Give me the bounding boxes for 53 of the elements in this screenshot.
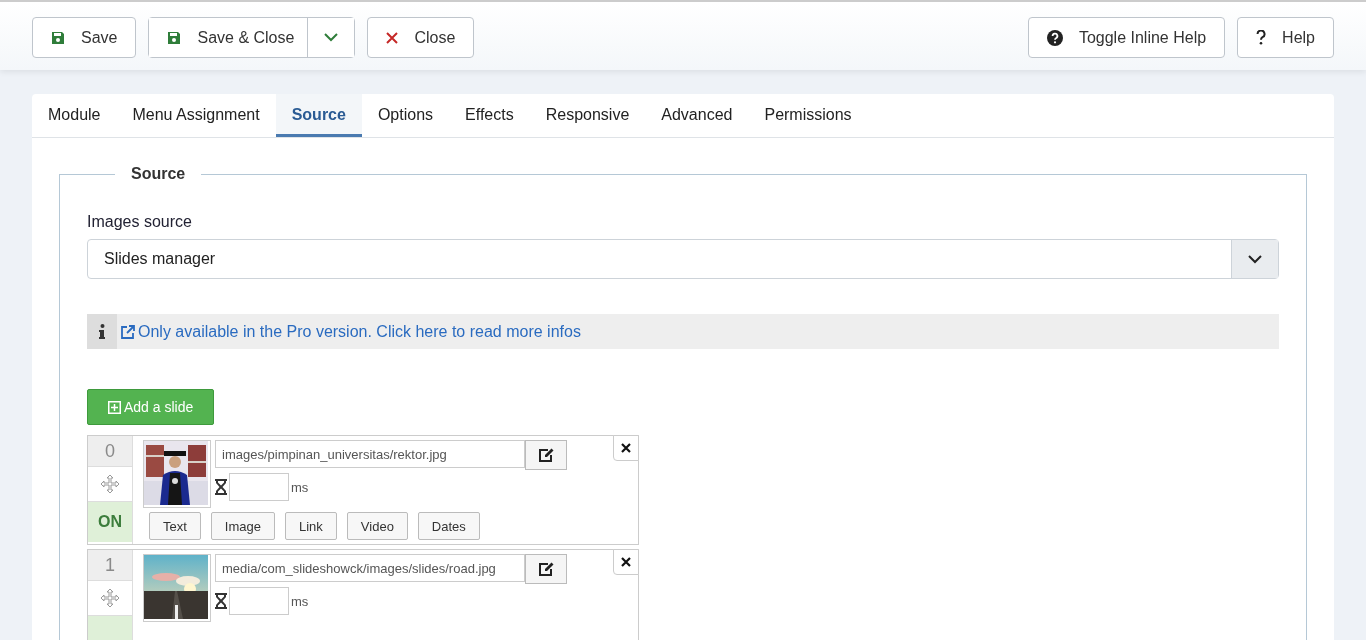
info-icon — [99, 324, 105, 339]
hourglass-icon — [215, 593, 227, 609]
help-icon — [1256, 30, 1267, 45]
image-path-field[interactable]: media/com_slideshowck/images/slides/road.jpg — [215, 554, 525, 582]
section-legend: Source — [115, 165, 202, 183]
edit-button[interactable] — [525, 440, 567, 470]
tab[interactable]: Source — [275, 94, 362, 137]
slide-option-button[interactable]: Dates — [417, 512, 480, 540]
tab[interactable]: Menu Assignment — [116, 94, 276, 137]
unit-label: ms — [291, 593, 309, 609]
move-icon[interactable] — [100, 474, 120, 494]
remove-button[interactable] — [613, 435, 639, 461]
tab[interactable]: Responsive — [529, 94, 646, 137]
edit-button[interactable] — [525, 554, 567, 584]
plus-square-icon — [108, 400, 121, 414]
close-button[interactable]: Close — [367, 17, 475, 58]
slide-option-button[interactable]: Image — [210, 512, 275, 540]
move-icon[interactable] — [100, 588, 120, 608]
edit-icon — [538, 448, 554, 462]
edit-icon — [538, 562, 554, 576]
duration-field[interactable] — [229, 473, 289, 501]
field-label: Images source — [87, 213, 193, 231]
help-icon — [1046, 29, 1063, 46]
external-link-icon — [121, 324, 135, 339]
slide-option-button[interactable]: Link — [285, 512, 337, 540]
save-icon — [51, 30, 65, 45]
save-icon — [167, 30, 182, 45]
close-icon — [621, 557, 631, 567]
save-button[interactable]: Save — [32, 17, 137, 58]
tab[interactable]: Advanced — [645, 94, 749, 137]
slide-number: 0 — [88, 436, 132, 466]
image-path-field[interactable]: images/pimpinan_universitas/rektor.jpg — [215, 440, 525, 468]
hourglass-icon — [215, 479, 227, 495]
chevron-down-icon — [1248, 254, 1262, 264]
slide-number: 1 — [88, 550, 132, 580]
help-button[interactable]: Help — [1237, 17, 1334, 58]
slide-state-toggle[interactable]: ON — [88, 501, 132, 542]
tab[interactable]: Effects — [449, 94, 530, 137]
dropdown-button[interactable] — [307, 18, 355, 57]
tab[interactable]: Permissions — [748, 94, 868, 137]
unit-label: ms — [291, 479, 309, 495]
toggle-help-button[interactable]: Toggle Inline Help — [1027, 17, 1226, 58]
tab[interactable]: Options — [361, 94, 450, 137]
remove-button[interactable] — [613, 549, 639, 575]
close-icon — [386, 31, 399, 44]
tab[interactable]: Module — [32, 94, 117, 137]
pro-version-link[interactable]: Only available in the Pro version. Click here to read more infos — [121, 322, 581, 341]
slide-option-button[interactable]: Text — [149, 512, 201, 540]
slide-option-button[interactable]: Video — [346, 512, 408, 540]
duration-field[interactable] — [229, 587, 289, 615]
chevron-down-icon — [324, 33, 339, 42]
close-icon — [621, 443, 631, 453]
images-source-select[interactable]: Slides manager — [87, 239, 1279, 279]
